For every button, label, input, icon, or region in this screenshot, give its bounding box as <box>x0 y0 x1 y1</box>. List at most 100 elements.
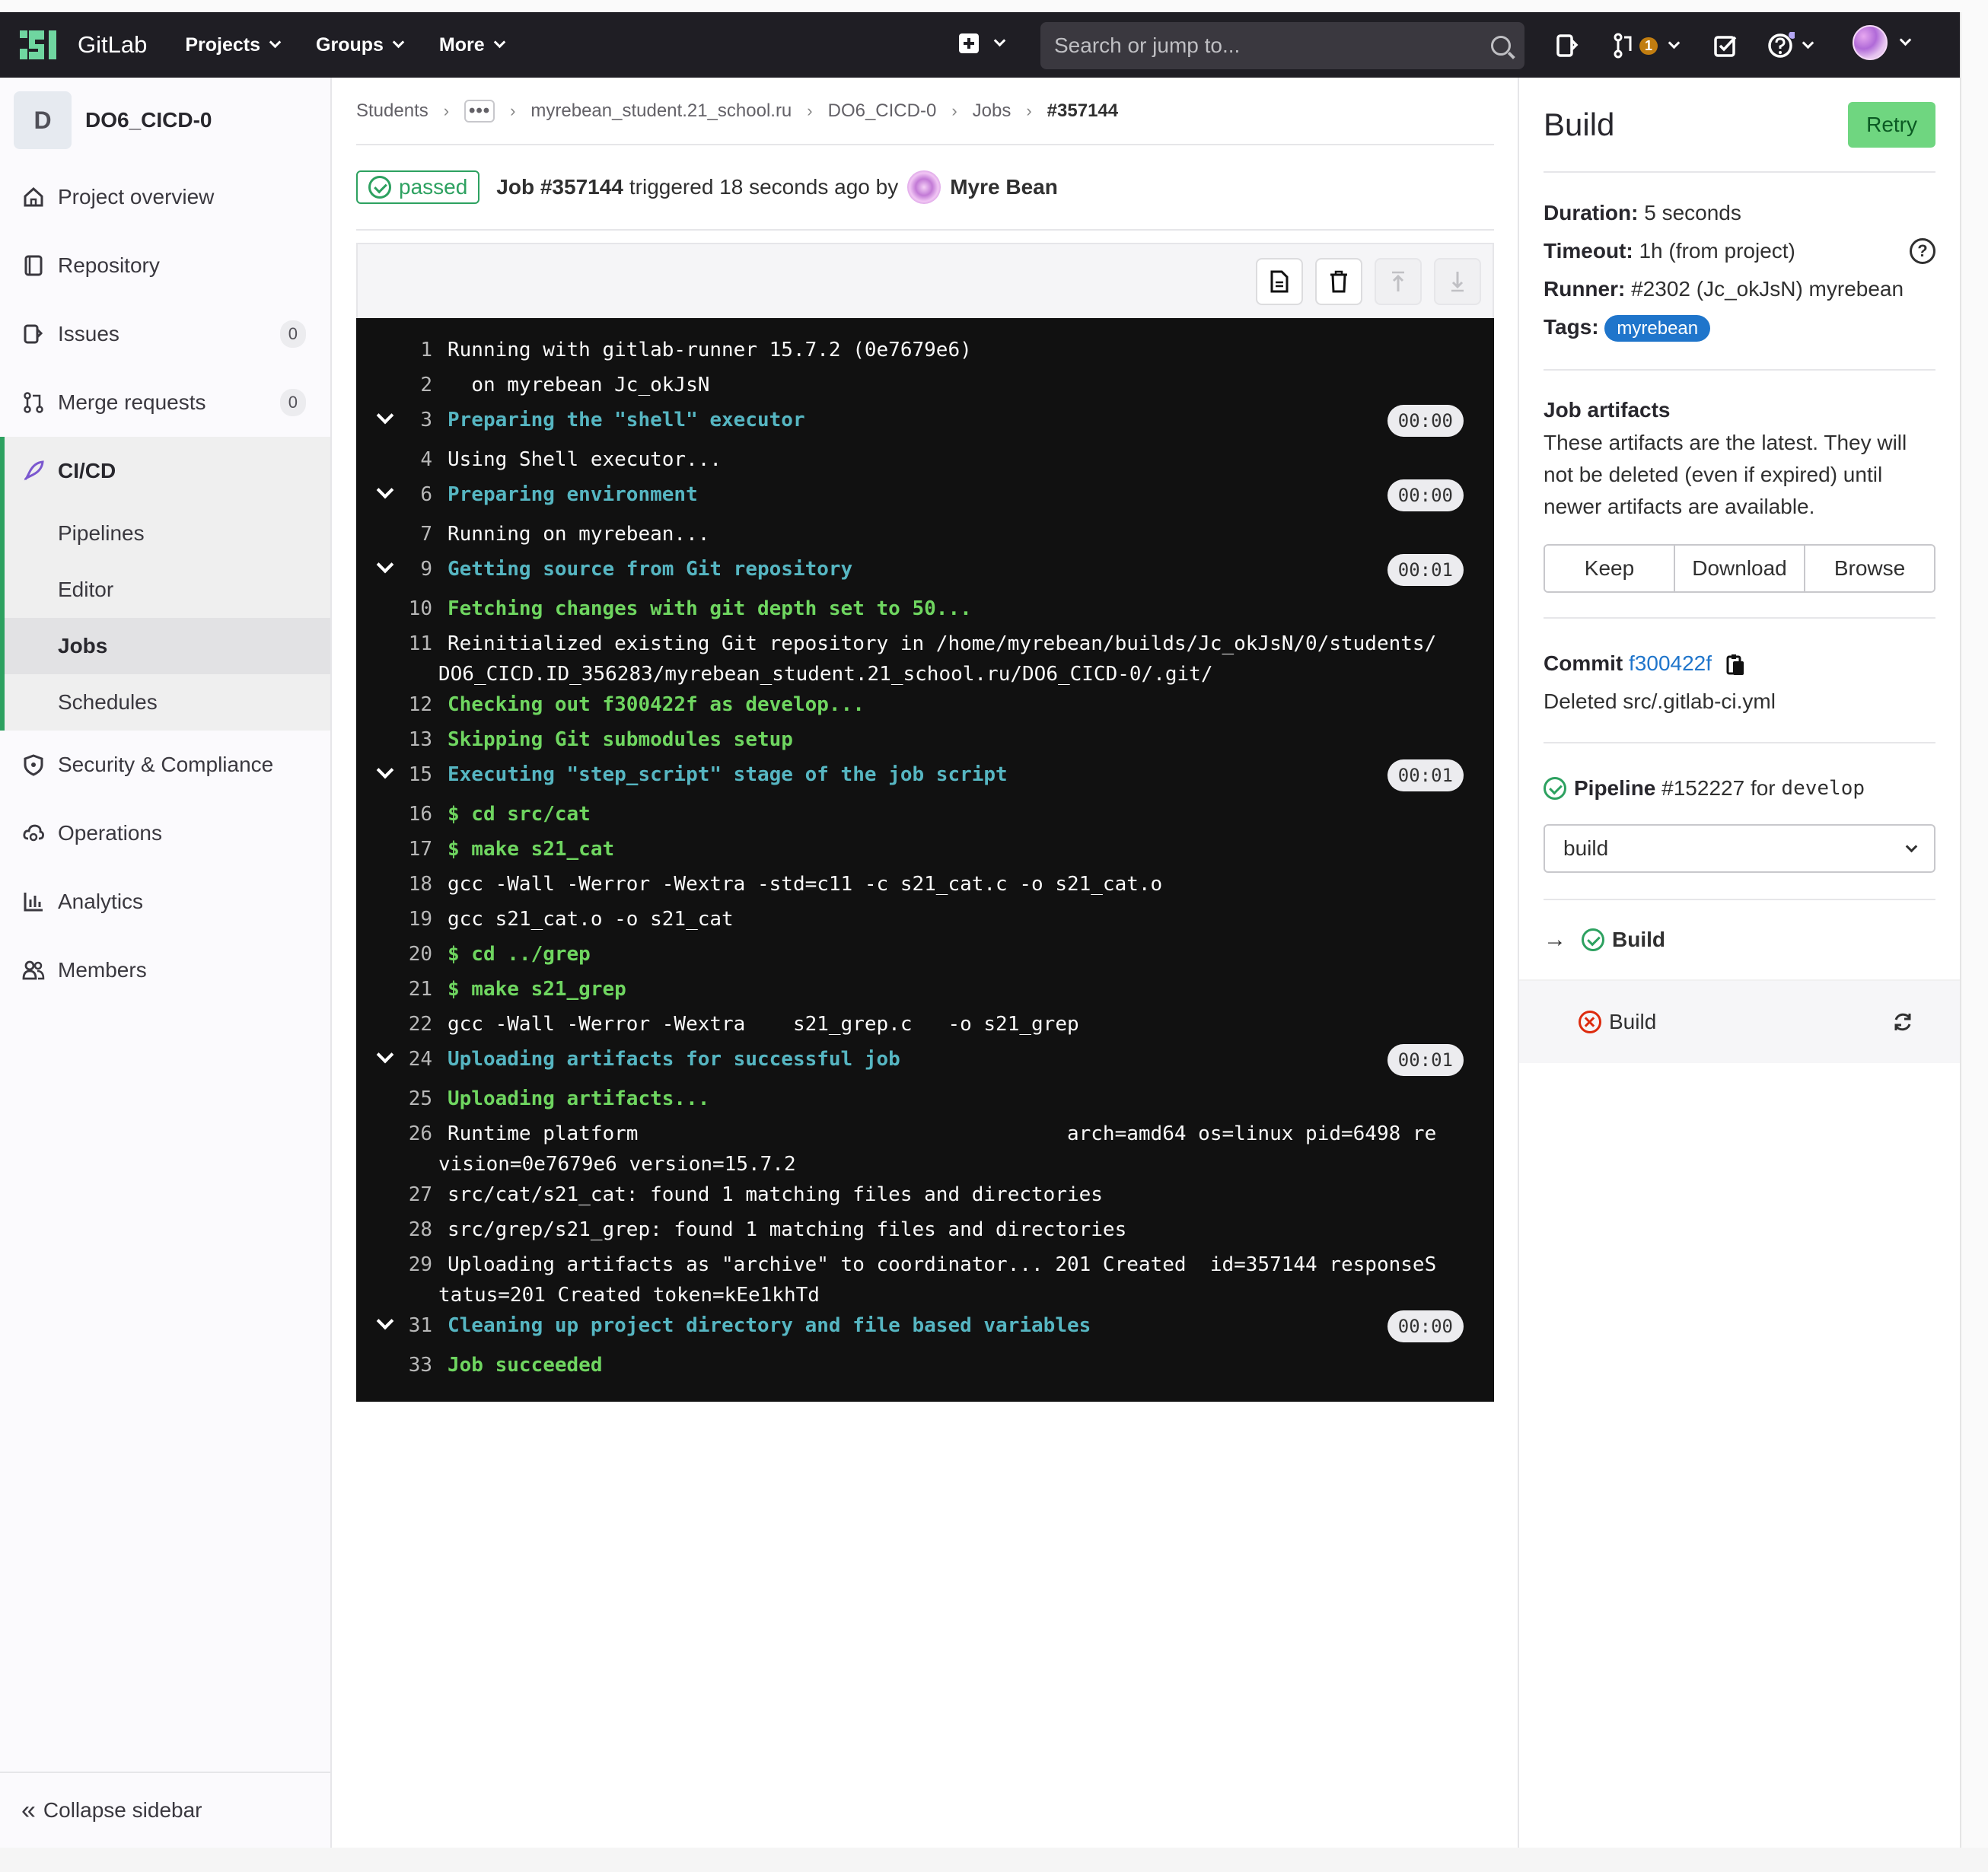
sidebar-item-cicd[interactable]: CI/CD <box>0 437 330 505</box>
breadcrumb-item[interactable]: Students <box>356 100 429 122</box>
sidebar-item-label: CI/CD <box>58 459 116 482</box>
copy-icon[interactable] <box>1725 653 1747 677</box>
log-line-number[interactable]: 20 <box>356 939 448 974</box>
log-line-number[interactable]: 29 <box>356 1250 448 1310</box>
sidebar-item-issues[interactable]: Issues 0 <box>0 300 330 368</box>
log-line-number[interactable]: 21 <box>356 974 448 1009</box>
job-list-item[interactable]: Build <box>1519 981 1960 1063</box>
job-user-name[interactable]: Myre Bean <box>950 175 1058 199</box>
log-line-number[interactable]: 4 <box>356 444 448 479</box>
log-line-number[interactable]: 12 <box>356 689 448 724</box>
log-section-header[interactable]: 9 Getting source from Git repository 00:01 <box>356 554 1494 594</box>
todos-top-button[interactable] <box>1712 30 1738 61</box>
collapse-sidebar-button[interactable]: « Collapse sidebar <box>0 1772 332 1848</box>
download-button[interactable]: Download <box>1675 546 1805 591</box>
log-line-number[interactable]: 2 <box>356 370 448 405</box>
sidebar-item-operations[interactable]: Operations <box>0 799 330 868</box>
breadcrumb-current[interactable]: #357144 <box>1047 100 1118 122</box>
log-line-number[interactable]: 6 <box>356 479 448 519</box>
scroll-to-top-button[interactable] <box>1375 258 1422 305</box>
log-line-number[interactable]: 25 <box>356 1084 448 1119</box>
help-icon[interactable]: ? <box>1910 238 1935 264</box>
log-line-number[interactable]: 10 <box>356 594 448 629</box>
pipeline-branch[interactable]: develop <box>1781 769 1865 807</box>
sidebar-subitem-editor[interactable]: Editor <box>5 562 330 618</box>
log-line-number[interactable]: 22 <box>356 1009 448 1044</box>
top-navbar: GitLab Projects Groups More Search or ju… <box>0 12 1960 78</box>
retry-button[interactable]: Retry <box>1848 101 1935 148</box>
log-line-number[interactable]: 24 <box>356 1044 448 1084</box>
keep-button[interactable]: Keep <box>1545 546 1675 591</box>
log-line-number[interactable]: 9 <box>356 554 448 594</box>
log-line-number[interactable]: 3 <box>356 405 448 444</box>
log-section-header[interactable]: 6 Preparing environment 00:00 <box>356 479 1494 519</box>
log-line-text-part: Cleaning up project directory and file b… <box>448 1314 1091 1337</box>
commit-sha-link[interactable]: f300422f <box>1629 651 1712 675</box>
log-line-number[interactable]: 1 <box>356 335 448 370</box>
rocket-icon <box>21 459 46 483</box>
menu-more[interactable]: More <box>439 34 505 56</box>
sidebar-item-repository[interactable]: Repository <box>0 231 330 300</box>
log-section-header[interactable]: 24 Uploading artifacts for successful job… <box>356 1044 1494 1084</box>
log-line-number[interactable]: 28 <box>356 1215 448 1250</box>
sidebar: D DO6_CICD-0 Project overview Repository… <box>0 78 332 1848</box>
sidebar-subitem-schedules[interactable]: Schedules <box>5 674 330 731</box>
erase-log-button[interactable] <box>1315 258 1362 305</box>
browse-button[interactable]: Browse <box>1805 546 1934 591</box>
menu-projects[interactable]: Projects <box>185 34 282 56</box>
issues-top-button[interactable] <box>1554 30 1580 61</box>
stage-select[interactable]: build <box>1544 824 1935 873</box>
log-line-number[interactable]: 26 <box>356 1119 448 1180</box>
log-section-header[interactable]: 15 Executing "step_script" stage of the j… <box>356 759 1494 799</box>
breadcrumb-item[interactable]: DO6_CICD-0 <box>828 100 937 122</box>
search-input[interactable]: Search or jump to... <box>1040 22 1524 69</box>
breadcrumb-item[interactable]: myrebean_student.21_school.ru <box>530 100 792 122</box>
sidebar-item-analytics[interactable]: Analytics <box>0 868 330 936</box>
show-raw-button[interactable] <box>1256 258 1303 305</box>
sidebar-item-members[interactable]: Members <box>0 936 330 1004</box>
help-dropdown[interactable] <box>1767 30 1814 61</box>
sidebar-item-merge-requests[interactable]: Merge requests 0 <box>0 368 330 437</box>
log-line-text: Uploading artifacts for successful job <box>448 1044 900 1084</box>
status-badge[interactable]: passed <box>356 170 480 204</box>
sidebar-project-header[interactable]: D DO6_CICD-0 <box>0 78 330 163</box>
log-line-number[interactable]: 16 <box>356 799 448 834</box>
pipeline-id-link[interactable]: #152227 <box>1661 769 1744 807</box>
log-line-number[interactable]: 19 <box>356 904 448 939</box>
gitlab-logo[interactable]: GitLab <box>18 26 147 64</box>
menu-groups[interactable]: Groups <box>316 34 405 56</box>
log-line-number[interactable]: 17 <box>356 834 448 869</box>
scroll-to-bottom-button[interactable] <box>1434 258 1481 305</box>
log-line-text-part: Executing "step_script" stage of the job… <box>448 763 1008 786</box>
new-item-dropdown[interactable] <box>959 33 1006 53</box>
log-line-number[interactable]: 15 <box>356 759 448 799</box>
breadcrumb-item[interactable]: Jobs <box>973 100 1012 122</box>
log-section-header[interactable]: 3 Preparing the "shell" executor 00:00 <box>356 405 1494 444</box>
log-line-text-part: on myrebean Jc_okJsN <box>448 374 710 396</box>
log-line-number[interactable]: 31 <box>356 1310 448 1350</box>
log-section-header[interactable]: 31 Cleaning up project directory and file… <box>356 1310 1494 1350</box>
log-line-number[interactable]: 11 <box>356 629 448 689</box>
log-line-text-part: Checking out f300422f as develop... <box>448 693 865 716</box>
avatar[interactable] <box>907 170 941 204</box>
sidebar-subitem-pipelines[interactable]: Pipelines <box>5 505 330 562</box>
log-line-number[interactable]: 7 <box>356 519 448 554</box>
log-line-number[interactable]: 13 <box>356 724 448 759</box>
log-line-text: $ cd ../grep <box>448 939 591 974</box>
merge-requests-top-button[interactable]: 1 <box>1612 30 1681 61</box>
sidebar-item-project-overview[interactable]: Project overview <box>0 163 330 231</box>
sidebar-subitem-jobs[interactable]: Jobs <box>5 618 330 674</box>
chevron-down-icon <box>993 34 1006 47</box>
sidebar-item-security[interactable]: Security & Compliance <box>0 731 330 799</box>
job-title: Job #357144 <box>496 175 623 199</box>
user-menu[interactable] <box>1853 25 1912 60</box>
job-list-item-current[interactable]: → Build <box>1519 900 1960 981</box>
log-line-text: Uploading artifacts... <box>448 1084 709 1119</box>
log-line-text-part: $ make s21_grep <box>448 978 626 1001</box>
log-line-number[interactable]: 33 <box>356 1350 448 1385</box>
log-line-number[interactable]: 27 <box>356 1180 448 1215</box>
log-line-number[interactable]: 18 <box>356 869 448 904</box>
retry-icon[interactable] <box>1891 1011 1914 1033</box>
job-artifacts-section: Job artifacts These artifacts are the la… <box>1544 371 1935 619</box>
breadcrumb-more-button[interactable]: ••• <box>464 99 495 123</box>
